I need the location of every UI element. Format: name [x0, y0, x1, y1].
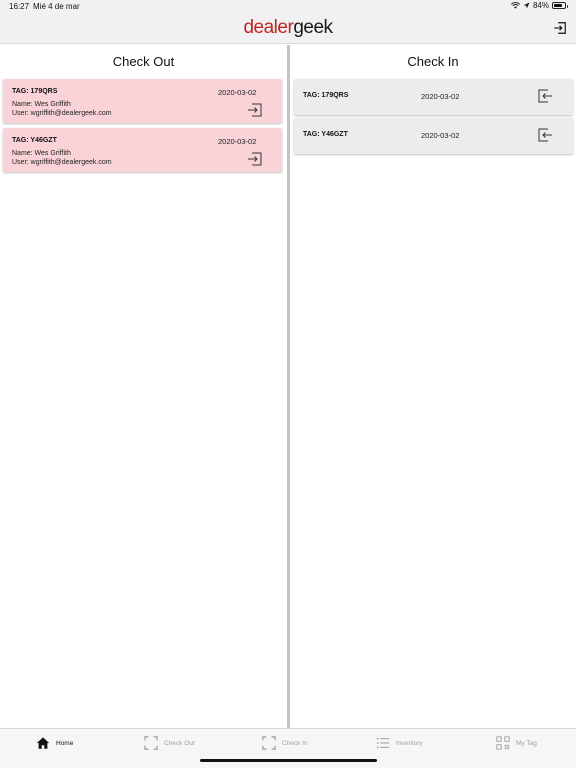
tab-label: Check Out — [164, 739, 195, 747]
check-in-title: Check In — [407, 54, 459, 69]
nav-bar: dealergeek — [0, 14, 576, 44]
check-in-card[interactable]: TAG: Y46GZT 2020-03-02 — [294, 118, 573, 154]
scan-icon — [144, 736, 158, 750]
tab-check-out[interactable]: Check Out — [144, 736, 195, 750]
card-date: 2020-03-02 — [218, 137, 257, 146]
tab-label: Home — [56, 739, 74, 747]
card-name: Name: Wes Griffith — [12, 101, 71, 108]
card-date: 2020-03-02 — [421, 92, 460, 101]
logo-part-dealer: dealer — [243, 17, 294, 38]
battery-percent: 84% — [532, 1, 549, 10]
tab-home[interactable]: Home — [36, 736, 73, 750]
tab-my-tag[interactable]: My Tag — [496, 736, 537, 750]
scan-icon — [262, 736, 276, 750]
tab-label: My Tag — [516, 739, 537, 747]
card-user: User: wgriffith@dealergeek.com — [12, 159, 112, 166]
check-out-title: Check Out — [112, 54, 175, 69]
status-indicators: 84% — [511, 1, 568, 10]
card-tag: TAG: 179QRS — [12, 88, 58, 95]
card-date: 2020-03-02 — [421, 131, 460, 140]
tab-bar: Home Check Out Check In Inventory My Tag — [0, 728, 576, 768]
battery-icon — [552, 2, 568, 9]
wifi-icon — [511, 2, 520, 9]
check-out-card[interactable]: TAG: Y46GZT 2020-03-02 Name: Wes Griffit… — [3, 128, 282, 172]
tab-inventory[interactable]: Inventory — [376, 736, 423, 750]
check-in-icon[interactable] — [247, 102, 263, 118]
check-in-panel: Check In TAG: 179QRS 2020-03-02 TAG: Y46… — [290, 45, 576, 728]
status-date: Mié 4 de mar — [33, 2, 80, 11]
card-date: 2020-03-02 — [218, 88, 257, 97]
list-icon — [376, 737, 390, 749]
card-tag: TAG: 179QRS — [303, 92, 349, 99]
check-out-icon[interactable] — [537, 88, 553, 104]
check-in-icon[interactable] — [247, 151, 263, 167]
status-time: 16:27 — [9, 2, 30, 11]
tab-label: Inventory — [396, 739, 423, 747]
location-arrow-icon — [523, 2, 530, 9]
tab-label: Check In — [282, 739, 308, 747]
qr-code-icon — [496, 736, 510, 750]
status-bar: 16:27 Mié 4 de mar 84% — [0, 0, 576, 14]
home-icon — [36, 737, 50, 749]
card-tag: TAG: Y46GZT — [303, 131, 348, 138]
check-out-icon[interactable] — [537, 127, 553, 143]
home-indicator[interactable] — [200, 759, 377, 762]
card-user: User: wgriffith@dealergeek.com — [12, 110, 112, 117]
dealergeek-logo: dealergeek — [0, 17, 576, 39]
battery-fill — [554, 4, 563, 7]
check-out-card[interactable]: TAG: 179QRS 2020-03-02 Name: Wes Griffit… — [3, 79, 282, 123]
tab-check-in[interactable]: Check In — [262, 736, 308, 750]
logo-part-geek: geek — [293, 17, 333, 38]
check-in-card[interactable]: TAG: 179QRS 2020-03-02 — [294, 79, 573, 115]
logout-icon[interactable] — [553, 21, 567, 35]
card-tag: TAG: Y46GZT — [12, 137, 57, 144]
check-out-panel: Check Out TAG: 179QRS 2020-03-02 Name: W… — [0, 45, 287, 728]
card-name: Name: Wes Griffith — [12, 150, 71, 157]
